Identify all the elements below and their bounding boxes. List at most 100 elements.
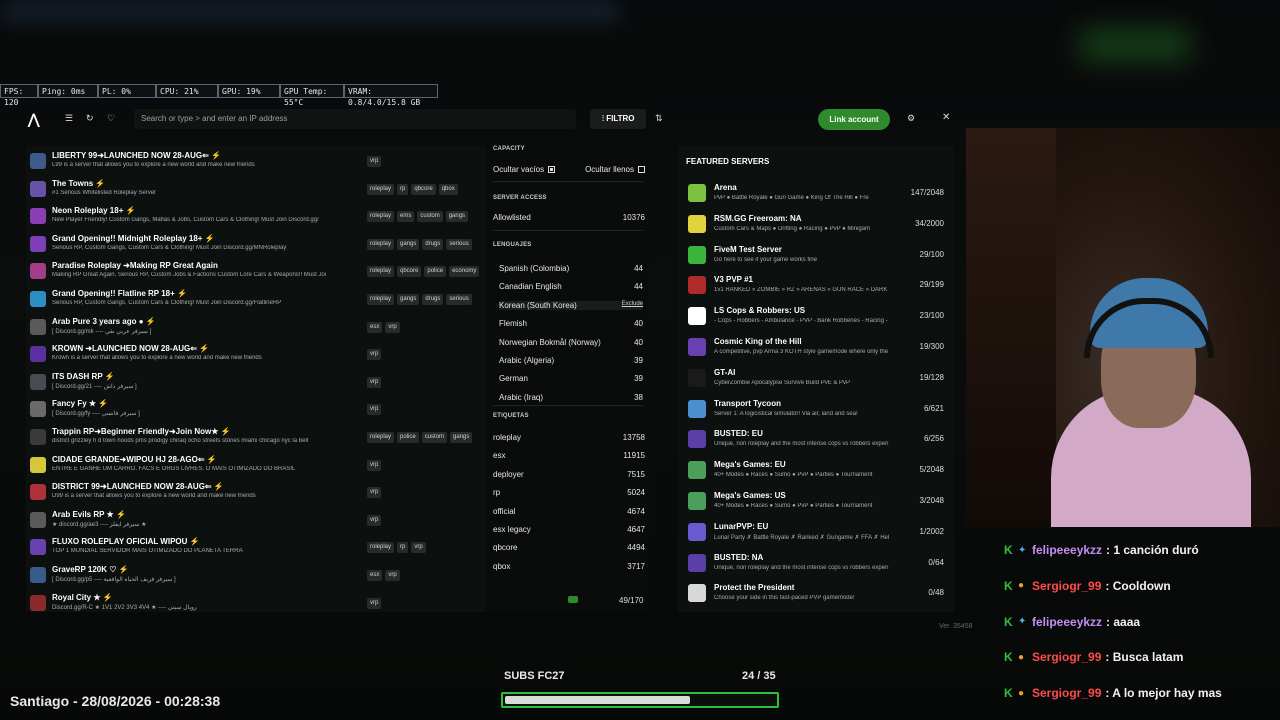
server-tag[interactable]: vrp — [367, 459, 382, 471]
server-tag[interactable]: vrp — [367, 514, 382, 526]
tag-filter-option[interactable]: rp 5024 — [493, 488, 645, 497]
server-tag[interactable]: qbcore — [397, 266, 422, 278]
featured-server-row[interactable]: Arena PvP ● Battle Royale ● Gun Game ● Ki… — [688, 180, 950, 206]
tag-filter-option[interactable]: qbox 3717 — [493, 562, 645, 571]
tag-filter-option[interactable]: esx legacy 4647 — [493, 525, 645, 534]
filter-button[interactable]: ⫶ FILTRO — [590, 109, 646, 129]
favorite-icon[interactable]: ♡ — [107, 113, 115, 124]
language-option[interactable]: German 39 — [499, 374, 643, 383]
server-tag[interactable]: vrp — [367, 376, 382, 388]
server-tag[interactable]: roleplay — [367, 542, 395, 554]
tag-filter-option[interactable]: roleplay 13758 — [493, 433, 645, 442]
server-tag[interactable]: vrp — [411, 542, 426, 554]
tag-filter-option[interactable]: official 4674 — [493, 507, 645, 516]
hide-empty-toggle[interactable]: Ocultar vacíos — [493, 165, 556, 174]
featured-server-row[interactable]: RSM.GG Freeroam: NA Custom Cars & Maps ● … — [688, 211, 950, 237]
checkbox-checked[interactable] — [548, 166, 556, 174]
server-row[interactable]: Fancy Fy ★ ⚡ [ Discord.gg/fy ---- سيرفر ف… — [26, 396, 486, 423]
server-tag[interactable]: vrp — [367, 404, 382, 416]
link-account-button[interactable]: Link account — [818, 109, 890, 130]
featured-server-row[interactable]: Transport Tycoon Server 1: A logicistical… — [688, 396, 950, 422]
featured-server-row[interactable]: FiveM Test Server Go here to see if your … — [688, 242, 950, 268]
server-row[interactable]: ITS DASH RP ⚡ [ Discord.gg/21 ---- سيرفر … — [26, 369, 486, 396]
language-option[interactable]: Arabic (Algeria) 39 — [499, 356, 643, 365]
featured-server-row[interactable]: Mega's Games: EU 40+ Modes ● Races ● Sumo… — [688, 457, 950, 483]
featured-server-row[interactable]: GT-AI CyberZombie Apocalypse Survive Buil… — [688, 365, 950, 391]
hide-full-toggle[interactable]: Ocultar llenos — [585, 165, 645, 174]
server-tag[interactable]: roleplay — [367, 432, 395, 443]
server-tag[interactable]: rp — [397, 542, 409, 554]
allowlisted-filter[interactable]: Allowlisted 10376 — [493, 213, 645, 222]
server-tag[interactable]: vrp — [367, 487, 382, 499]
language-option[interactable]: Canadian English 44 — [499, 282, 643, 291]
language-option[interactable]: Korean (South Korea) Exclude — [499, 300, 643, 310]
server-tag[interactable]: custom — [421, 432, 448, 443]
server-row[interactable]: Arab Pure 3 years ago ● ⚡ [ Discord.gg/mk… — [26, 314, 486, 341]
gear-icon[interactable]: ⚙ — [907, 113, 915, 124]
language-option[interactable]: Spanish (Colombia) 44 — [499, 264, 643, 273]
server-row[interactable]: KROWN ➜LAUNCHED NOW 28-AUG⇐ ⚡ Krown is a … — [26, 341, 486, 368]
language-option[interactable]: Norwegian Bokmål (Norway) 40 — [499, 338, 643, 347]
server-tag[interactable]: police — [424, 266, 447, 278]
server-tag[interactable]: police — [397, 432, 419, 443]
server-tag[interactable]: gangs — [450, 432, 473, 443]
language-option[interactable]: Arabic (Iraq) 38 — [499, 393, 643, 402]
featured-server-row[interactable]: LS Cops & Robbers: US - Cops - Robbers - … — [688, 303, 950, 329]
sort-icon[interactable]: ⇅ — [655, 113, 663, 124]
server-row[interactable]: Trappin RP➜Beginner Friendly➜Join Now★ ⚡… — [26, 424, 486, 451]
server-row[interactable]: Grand Opening!! Midnight Roleplay 18+ ⚡ S… — [26, 231, 486, 258]
server-tag[interactable]: custom — [417, 211, 443, 223]
server-tag[interactable]: esx — [367, 570, 383, 581]
tag-filter-option[interactable]: esx 11915 — [493, 451, 645, 460]
featured-server-row[interactable]: V3 PVP #1 1v1 RANKED » ZOMBIE » RZ » AREN… — [688, 272, 950, 298]
pagination-indicator[interactable] — [568, 596, 578, 603]
server-row[interactable]: GraveRP 120K ♡ ⚡ [ Discord.gg/p5 ---- سير… — [26, 562, 486, 589]
checkbox-unchecked[interactable] — [638, 166, 645, 174]
featured-server-row[interactable]: Cosmic King of the Hill A competitive, pv… — [688, 334, 950, 360]
featured-server-row[interactable]: BUSTED: EU Unique, non roleplay and the m… — [688, 426, 950, 452]
featured-server-row[interactable]: Mega's Games: US 40+ Modes ● Races ● Sumo… — [688, 488, 950, 514]
server-tag[interactable]: roleplay — [367, 183, 395, 195]
server-row[interactable]: Neon Roleplay 18+ ⚡ New Player Friendly! … — [26, 203, 486, 230]
tag-filter-option[interactable]: deployer 7515 — [493, 470, 645, 479]
server-row[interactable]: Paradise Roleplay ➜Making RP Great Again… — [26, 258, 486, 285]
server-tag[interactable]: roleplay — [367, 294, 395, 305]
featured-server-row[interactable]: BUSTED: NA Unique, non roleplay and the m… — [688, 550, 950, 576]
history-icon[interactable]: ↻ — [86, 113, 94, 124]
server-tag[interactable]: esx — [367, 321, 383, 333]
server-tag[interactable]: ems — [397, 211, 415, 223]
server-row[interactable]: Royal City ★ ⚡ Discord.gg/R-C ★ 1V1 2V2 3… — [26, 590, 486, 617]
server-tag[interactable]: roleplay — [367, 266, 395, 278]
server-tag[interactable]: economy — [449, 266, 480, 278]
list-icon[interactable]: ☰ — [65, 113, 73, 124]
server-search-input[interactable]: Search or type > and enter an IP address — [134, 109, 576, 129]
server-tag[interactable]: vrp — [367, 349, 382, 361]
server-tag[interactable]: rp — [397, 183, 409, 195]
featured-server-row[interactable]: LunarPVP: EU Lunar Party ✗ Battle Royale … — [688, 519, 950, 545]
server-row[interactable]: DISTRICT 99➜LAUNCHED NOW 28-AUG⇐ ⚡ D99 is… — [26, 479, 486, 506]
server-tag[interactable]: serious — [446, 294, 472, 305]
server-row[interactable]: CIDADE GRANDE➜WIPOU HJ 28-AGO⇐ ⚡ ENTRE E … — [26, 452, 486, 479]
server-tag[interactable]: drugs — [422, 238, 444, 250]
server-row[interactable]: The Towns ⚡ #1 Serious Whitelisted Rolepl… — [26, 176, 486, 203]
exclude-link[interactable]: Exclude — [622, 301, 643, 310]
server-row[interactable]: LIBERTY 99➜LAUNCHED NOW 28-AUG⇐ ⚡ L99 is … — [26, 148, 486, 175]
server-tag[interactable]: gangs — [397, 294, 420, 305]
tag-filter-option[interactable]: qbcore 4494 — [493, 543, 645, 552]
server-tag[interactable]: gangs — [397, 238, 420, 250]
server-row[interactable]: Arab Evils RP ★ ⚡ ★ discord.gg/ae3 ---- س… — [26, 507, 486, 534]
server-tag[interactable]: qbox — [438, 183, 458, 195]
server-tag[interactable]: gangs — [445, 211, 469, 223]
featured-server-row[interactable]: Protect the President Choose your side in… — [688, 580, 950, 606]
server-tag[interactable]: serious — [446, 238, 472, 250]
language-option[interactable]: Flemish 40 — [499, 319, 643, 328]
server-tag[interactable]: drugs — [422, 294, 444, 305]
server-row[interactable]: Grand Opening!! Flatline RP 18+ ⚡ Serious… — [26, 286, 486, 313]
server-row[interactable]: FLUXO ROLEPLAY OFICIAL WIPOU ⚡ TOP 1 MUND… — [26, 534, 486, 561]
server-tag[interactable]: vrp — [385, 570, 400, 581]
server-tag[interactable]: roleplay — [367, 238, 395, 250]
server-tag[interactable]: vrp — [385, 321, 400, 333]
server-tag[interactable]: vrp — [367, 156, 382, 167]
server-tag[interactable]: roleplay — [367, 211, 395, 223]
server-tag[interactable]: vrp — [367, 597, 382, 609]
